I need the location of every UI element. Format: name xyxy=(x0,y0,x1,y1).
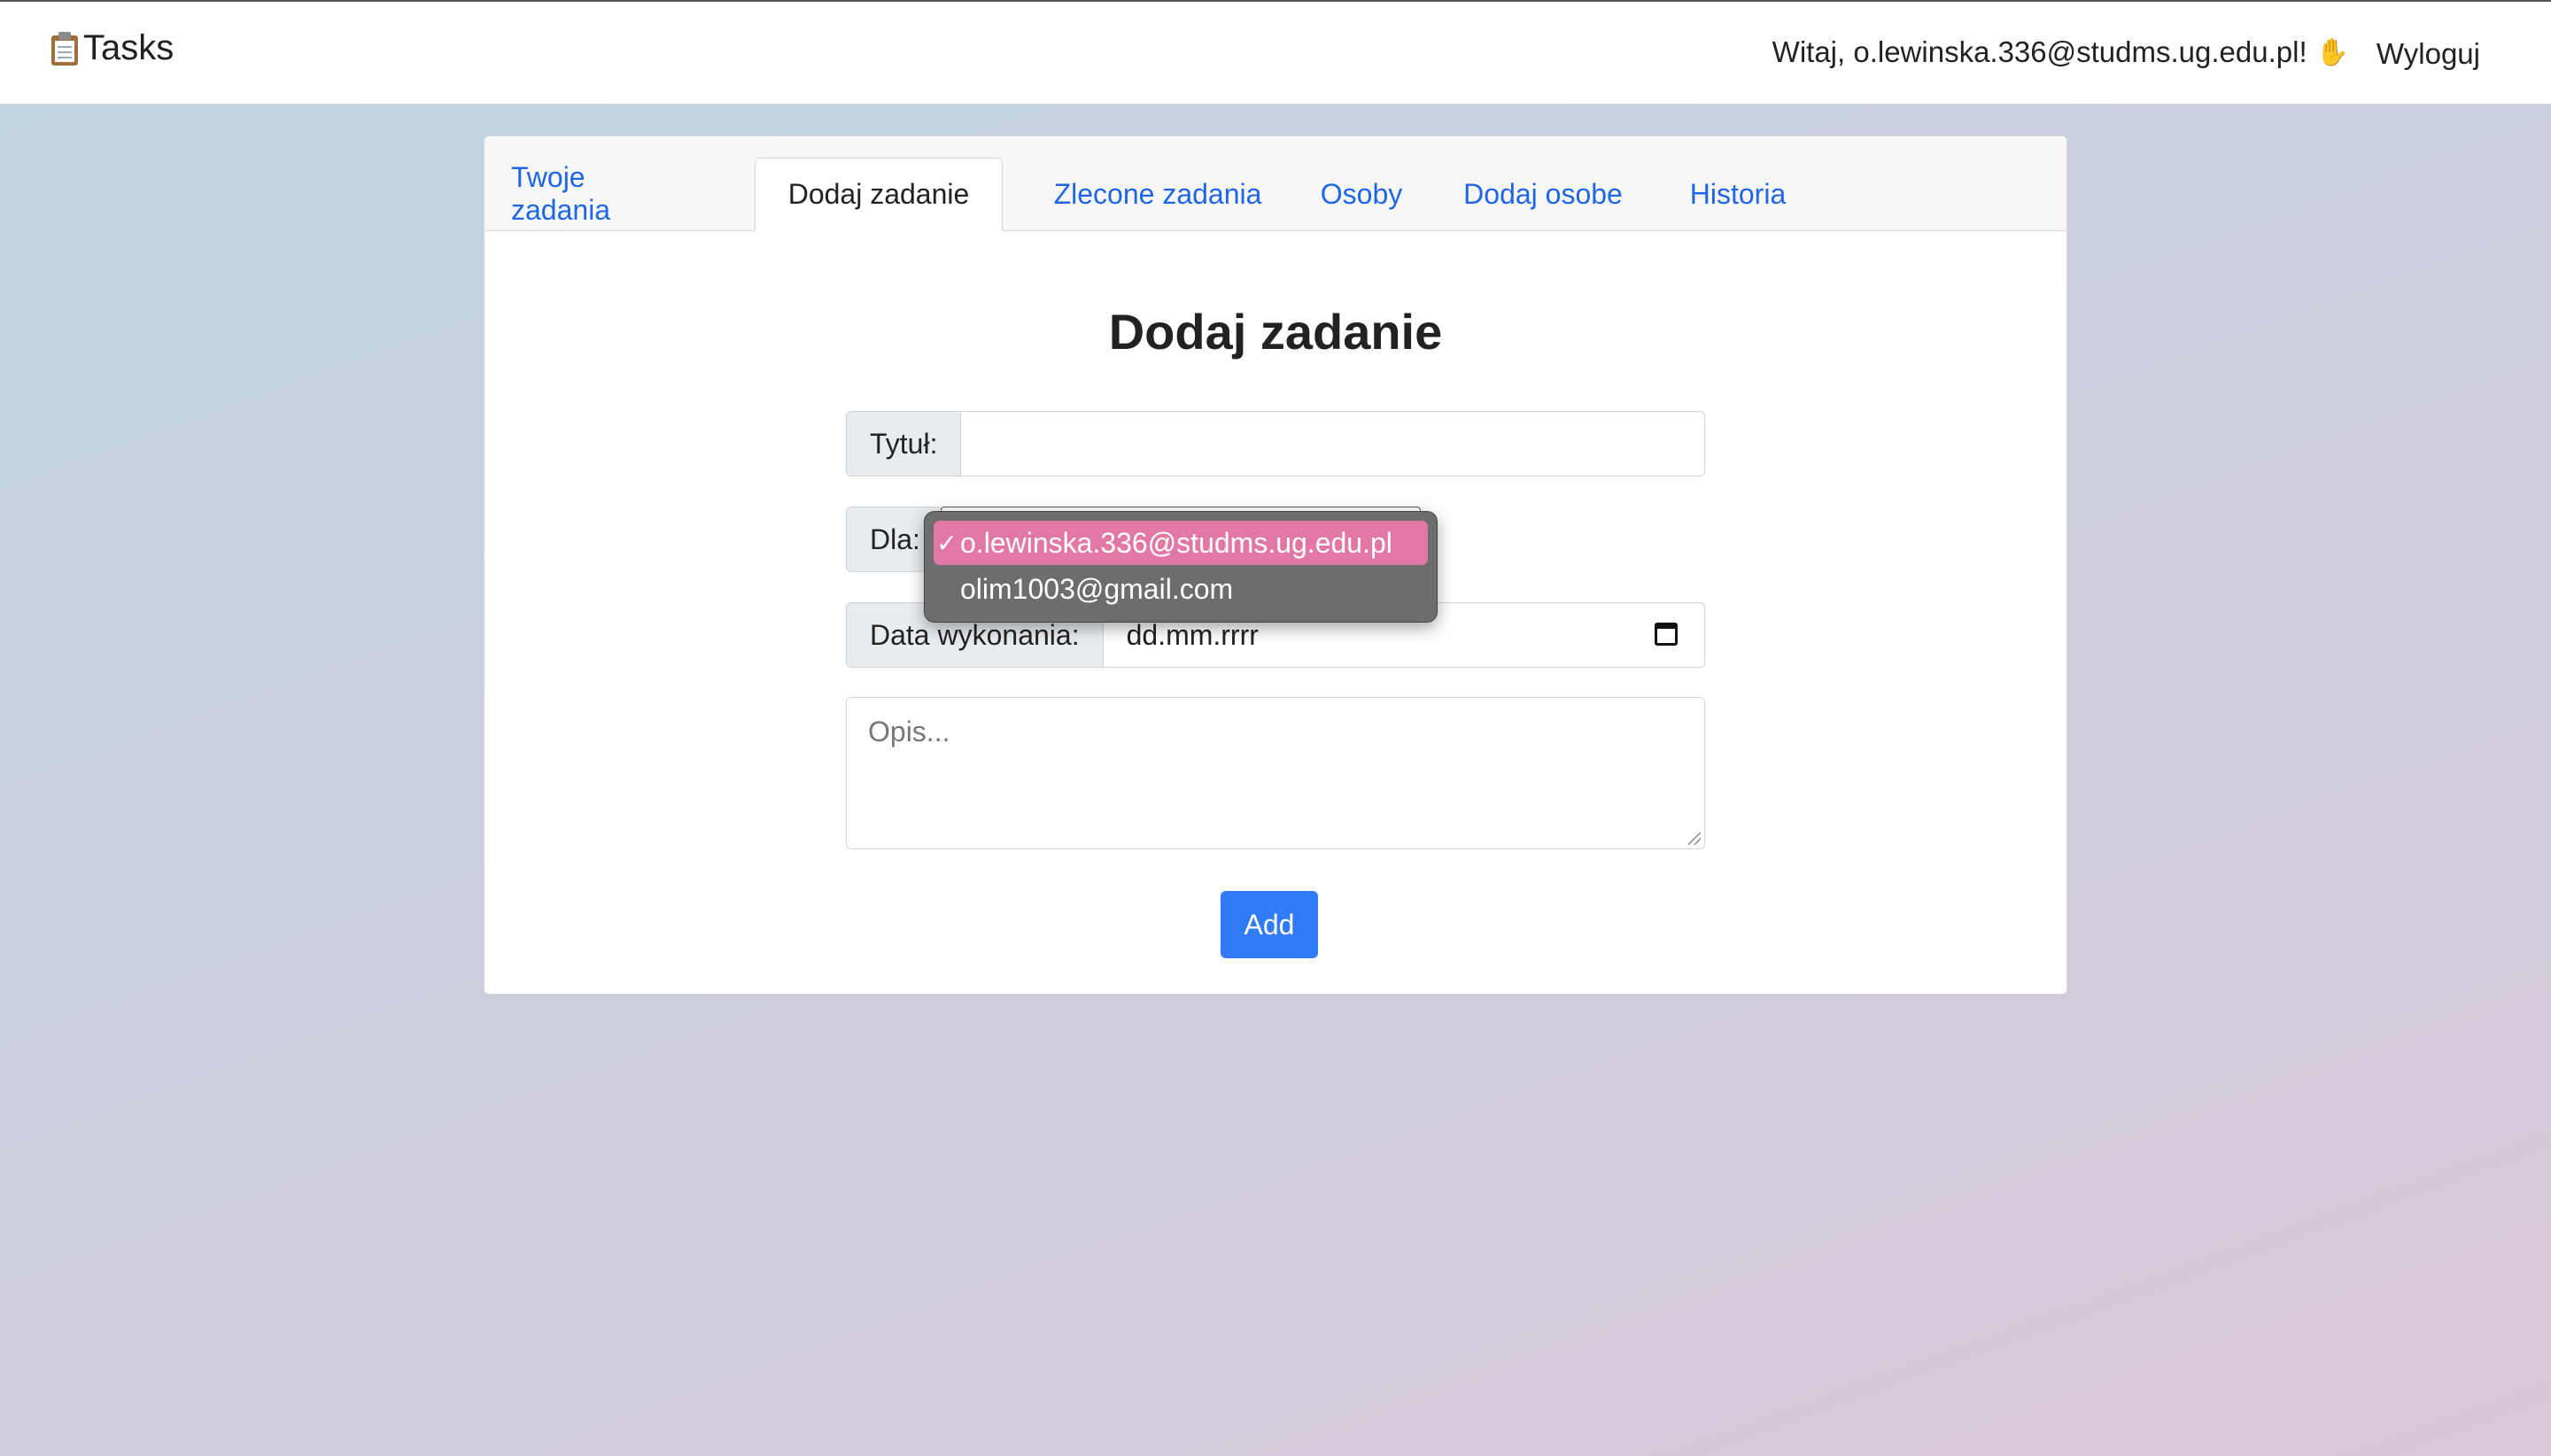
for-select-dropdown: ✓ o.lewinska.336@studms.ug.edu.pl olim10… xyxy=(924,511,1438,623)
checkmark-icon: ✓ xyxy=(936,529,958,557)
tab-osoby[interactable]: Osoby xyxy=(1308,158,1415,230)
page-title: Dodaj zadanie xyxy=(1108,304,1443,360)
description-placeholder: Opis... xyxy=(868,716,950,747)
add-button[interactable]: Add xyxy=(1221,891,1318,958)
tab-dodaj-zadanie[interactable]: Dodaj zadanie xyxy=(755,158,1003,231)
greeting-text: Witaj, o.lewinska.336@studms.ug.edu.pl! xyxy=(1772,35,2307,68)
greeting: Witaj, o.lewinska.336@studms.ug.edu.pl! … xyxy=(1772,35,2349,69)
due-date-placeholder: dd.mm.rrrr xyxy=(1126,618,1259,651)
tab-zlecone-zadania[interactable]: Zlecone zadania xyxy=(1025,158,1291,230)
brand-label: Tasks xyxy=(83,28,174,67)
top-navbar: Tasks Witaj, o.lewinska.336@studms.ug.ed… xyxy=(0,0,2551,105)
option-label: o.lewinska.336@studms.ug.edu.pl xyxy=(960,526,1392,559)
clipboard-icon xyxy=(51,31,78,66)
logout-link[interactable]: Wyloguj xyxy=(2377,37,2480,71)
tab-bar: Twoje zadania Dodaj zadanie Zlecone zada… xyxy=(485,136,2066,231)
calendar-icon[interactable] xyxy=(1655,623,1678,646)
tab-historia[interactable]: Historia xyxy=(1671,158,1804,230)
description-textarea[interactable]: Opis... xyxy=(846,697,1705,849)
title-label: Tytuł: xyxy=(847,412,962,476)
dropdown-option-selected[interactable]: ✓ o.lewinska.336@studms.ug.edu.pl xyxy=(934,521,1428,565)
title-input-group: Tytuł: xyxy=(846,411,1705,476)
resize-handle-icon[interactable] xyxy=(1688,833,1701,845)
waving-hand-icon: ✋ xyxy=(2315,37,2349,67)
tab-twoje-zadania[interactable]: Twoje zadania xyxy=(511,158,651,230)
tab-dodaj-osobe[interactable]: Dodaj osobe xyxy=(1432,158,1654,230)
title-input[interactable] xyxy=(961,412,1704,476)
option-label: olim1003@gmail.com xyxy=(960,572,1234,605)
dropdown-option[interactable]: olim1003@gmail.com xyxy=(934,567,1428,611)
brand[interactable]: Tasks xyxy=(51,28,174,68)
